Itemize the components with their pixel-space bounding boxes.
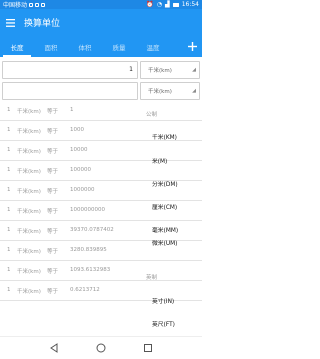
input-row-1: 千米(km) ◢ xyxy=(2,60,200,79)
tab-temperature[interactable]: 温度 xyxy=(136,36,170,57)
result-value: 1000000 xyxy=(70,187,95,193)
result-row[interactable]: 1 千米(km) 等于 1093.6132983 xyxy=(0,261,202,281)
result-amount: 1 xyxy=(7,287,11,293)
signal-icon: ▟ xyxy=(165,1,170,8)
status-right: ⏰ ◔ ▟ 16:54 xyxy=(146,1,199,8)
result-equals: 等于 xyxy=(47,129,59,135)
carrier-text: 中国移动 xyxy=(3,2,28,9)
message-icon xyxy=(41,2,46,7)
result-equals: 等于 xyxy=(47,269,59,275)
input-row-2: 千米(km) ◢ xyxy=(2,81,200,100)
result-source-unit: 千米(km) xyxy=(17,129,41,135)
result-value: 100000 xyxy=(70,167,91,173)
result-amount: 1 xyxy=(7,127,11,133)
result-equals: 等于 xyxy=(47,169,59,175)
category-metric: 公制 xyxy=(146,112,158,118)
result-equals: 等于 xyxy=(47,209,59,215)
unit-label-in: 英寸(IN) xyxy=(152,299,175,305)
unit-label-um: 微米(UM) xyxy=(152,241,178,247)
unit-label-ft: 英尺(FT) xyxy=(152,322,175,328)
unit-label-m: 米(M) xyxy=(152,159,168,165)
result-amount: 1 xyxy=(7,167,11,173)
result-value: 39370.0787402 xyxy=(70,227,114,233)
alarm-icon: ⏰ xyxy=(146,1,154,8)
result-equals: 等于 xyxy=(47,249,59,255)
unit-select[interactable]: 千米(km) ◢ xyxy=(140,81,200,100)
result-source-unit: 千米(km) xyxy=(17,209,41,215)
result-value: 1093.6132983 xyxy=(70,267,111,273)
tab-label: 长度 xyxy=(10,43,24,52)
nav-bar xyxy=(0,336,202,359)
result-row[interactable]: 1 千米(km) 等于 10000 xyxy=(0,141,202,161)
result-amount: 1 xyxy=(7,147,11,153)
tab-label: 温度 xyxy=(146,43,160,52)
result-value: 0.6213712 xyxy=(70,287,100,293)
result-source-unit: 千米(km) xyxy=(17,269,41,275)
battery-icon xyxy=(172,2,179,7)
dropdown-caret-icon: ◢ xyxy=(192,87,196,94)
result-amount: 1 xyxy=(7,107,11,113)
unit-select-value: 千米(km) xyxy=(148,88,172,95)
result-row[interactable]: 1 千米(km) 等于 100000 xyxy=(0,161,202,181)
notification-icon xyxy=(29,2,34,7)
tab-length[interactable]: 长度 xyxy=(0,36,34,57)
wifi-icon: ◔ xyxy=(156,1,163,8)
result-equals: 等于 xyxy=(47,149,59,155)
tab-bar: 长度 面积 体积 质量 温度 xyxy=(0,36,202,57)
category-imperial: 英制 xyxy=(146,275,158,281)
app-title: 换算单位 xyxy=(24,19,61,29)
result-source-unit: 千米(km) xyxy=(17,229,41,235)
result-input[interactable] xyxy=(2,81,138,100)
result-source-unit: 千米(km) xyxy=(17,189,41,195)
unit-select[interactable]: 千米(km) ◢ xyxy=(140,60,200,79)
result-value: 3280.839895 xyxy=(70,247,107,253)
result-amount: 1 xyxy=(7,207,11,213)
result-source-unit: 千米(km) xyxy=(17,249,41,255)
home-icon[interactable] xyxy=(94,341,108,355)
result-amount: 1 xyxy=(7,267,11,273)
unit-select-value: 千米(km) xyxy=(148,67,172,74)
result-value: 1000000000 xyxy=(70,207,105,213)
result-row[interactable]: 1 千米(km) 等于 1 xyxy=(0,101,202,121)
result-source-unit: 千米(km) xyxy=(17,109,41,115)
result-amount: 1 xyxy=(7,247,11,253)
result-equals: 等于 xyxy=(47,289,59,295)
result-source-unit: 千米(km) xyxy=(17,289,41,295)
sim-icon xyxy=(35,2,40,7)
result-value: 10000 xyxy=(70,147,88,153)
result-value: 1 xyxy=(70,107,74,113)
dropdown-caret-icon: ◢ xyxy=(192,66,196,73)
result-value: 1000 xyxy=(70,127,84,133)
status-left: 中国移动 xyxy=(3,0,46,9)
menu-icon[interactable] xyxy=(0,9,20,36)
unit-label-km: 千米(KM) xyxy=(152,135,177,141)
tab-area[interactable]: 面积 xyxy=(34,36,68,57)
result-equals: 等于 xyxy=(47,189,59,195)
tab-label: 体积 xyxy=(78,43,92,52)
add-tab-icon[interactable] xyxy=(182,36,202,57)
tab-mass[interactable]: 质量 xyxy=(102,36,136,57)
result-source-unit: 千米(km) xyxy=(17,169,41,175)
unit-label-mm: 毫米(MM) xyxy=(152,228,179,234)
value-input[interactable] xyxy=(2,60,138,79)
status-time: 16:54 xyxy=(181,1,199,8)
unit-label-dm: 分米(DM) xyxy=(152,182,178,188)
result-equals: 等于 xyxy=(47,109,59,115)
tab-label: 面积 xyxy=(44,43,58,52)
result-source-unit: 千米(km) xyxy=(17,149,41,155)
results-list: 1 千米(km) 等于 1 1 千米(km) 等于 1000 1 千米(km) … xyxy=(0,101,202,336)
unit-label-cm: 厘米(CM) xyxy=(152,205,178,211)
tab-label: 质量 xyxy=(112,43,126,52)
result-equals: 等于 xyxy=(47,229,59,235)
status-bar: 中国移动 ⏰ ◔ ▟ 16:54 xyxy=(0,0,202,9)
screen: 中国移动 ⏰ ◔ ▟ 16:54 换算单位 长度 面积 体积 质量 温度 1 千… xyxy=(0,0,202,359)
result-amount: 1 xyxy=(7,227,11,233)
result-amount: 1 xyxy=(7,187,11,193)
tab-volume[interactable]: 体积 xyxy=(68,36,102,57)
app-bar: 换算单位 xyxy=(0,9,202,36)
recents-icon[interactable] xyxy=(141,341,155,355)
back-icon[interactable] xyxy=(47,341,61,355)
